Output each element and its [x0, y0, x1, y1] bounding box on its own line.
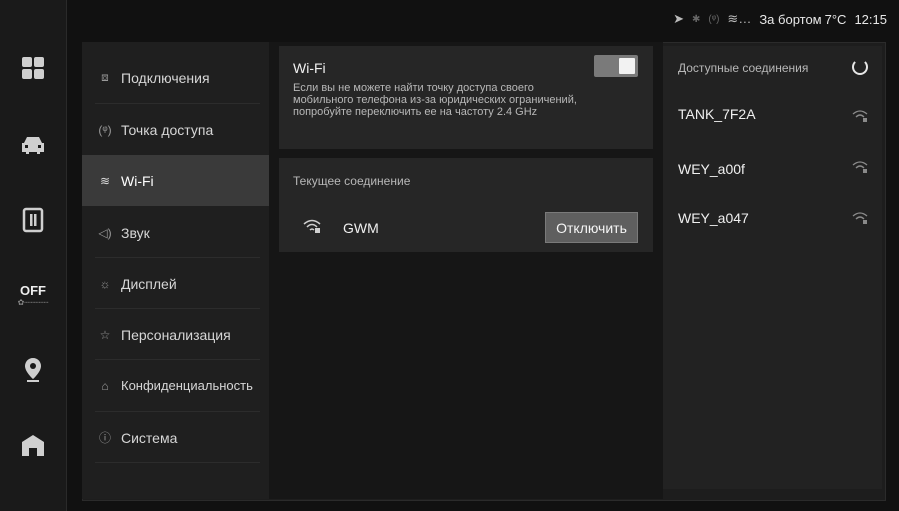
navigation-pin-icon[interactable]: [12, 349, 54, 391]
fan-icon: ✿┄┄┄┄┄: [17, 298, 49, 307]
hotspot-icon: (ᵠ): [98, 122, 112, 137]
menu-item-label: Дисплей: [121, 275, 177, 292]
bluetooth-icon: ✱: [691, 13, 701, 25]
wifi-locked-icon: [852, 110, 868, 125]
loading-spinner-icon: [852, 59, 868, 75]
network-item[interactable]: WEY_a047: [678, 210, 749, 226]
info-icon: ⓘ: [98, 431, 111, 445]
menu-item-label: Подключения: [121, 69, 210, 86]
location-arrow-icon: ➤: [673, 11, 684, 26]
menu-item-label: Точка доступа: [121, 121, 214, 138]
menu-item-label: Звук: [121, 224, 150, 241]
menu-item-label: Конфиденциальность: [121, 378, 253, 393]
current-network-name: GWM: [343, 220, 379, 236]
menu-item-label: Система: [121, 429, 178, 446]
connection-icon: ⧈: [101, 70, 109, 84]
divider: [95, 462, 260, 463]
wifi-toggle[interactable]: [594, 55, 638, 77]
sparkle-icon: ☆: [99, 327, 111, 342]
menu-item-hotspot[interactable]: (ᵠ) Точка доступа: [82, 104, 269, 155]
menu-item-label: Персонализация: [121, 326, 231, 343]
climate-off[interactable]: OFF ✿┄┄┄┄┄: [12, 274, 54, 316]
wifi-locked-icon: [303, 219, 321, 236]
speaker-icon: ◁): [98, 225, 112, 240]
toggle-knob: [619, 58, 635, 74]
wifi-locked-icon: [852, 161, 868, 176]
menu-item-system[interactable]: ⓘ Система: [82, 412, 269, 463]
menu-item-label: Wi-Fi: [121, 172, 154, 189]
menu-item-wifi[interactable]: ≋ Wi-Fi: [82, 155, 269, 206]
wifi-description: Если вы не можете найти точку доступа св…: [293, 82, 577, 118]
current-connection-label: Текущее соединение: [293, 174, 411, 188]
screen: OFF ✿┄┄┄┄┄ ➤ ✱ (ᵠ) ≋… За бортом 7°C 12:1…: [0, 0, 899, 511]
menu-item-sound[interactable]: ◁) Звук: [82, 207, 269, 258]
apps-grid-icon[interactable]: [12, 47, 54, 89]
network-item[interactable]: TANK_7F2A: [678, 106, 756, 122]
outside-temperature: 7°C: [824, 11, 847, 27]
home-icon[interactable]: [12, 424, 54, 466]
wifi-locked-icon: [852, 212, 868, 227]
sun-icon: ☼: [99, 276, 111, 291]
wifi-icon: ≋: [99, 173, 111, 188]
menu-item-privacy[interactable]: ⌂ Конфиденциальность: [82, 360, 269, 411]
lock-icon: ⌂: [101, 378, 109, 393]
menu-item-personalization[interactable]: ☆ Персонализация: [82, 309, 269, 360]
status-bar: ➤ ✱ (ᵠ) ≋… За бортом 7°C 12:15: [66, 0, 899, 38]
menu-item-connections[interactable]: ⧈ Подключения: [82, 52, 269, 103]
media-icon[interactable]: [12, 199, 54, 241]
clock: 12:15: [854, 11, 887, 27]
network-item[interactable]: WEY_a00f: [678, 161, 745, 177]
car-icon[interactable]: [12, 124, 54, 166]
wifi-icon: ≋…: [727, 11, 752, 26]
disconnect-button[interactable]: Отключить: [545, 212, 638, 243]
wifi-title: Wi-Fi: [293, 60, 326, 76]
menu-item-display[interactable]: ☼ Дисплей: [82, 258, 269, 309]
outside-label: За бортом: [759, 11, 822, 27]
climate-off-label: OFF: [20, 283, 46, 298]
available-networks-title: Доступные соединения: [678, 61, 809, 75]
hotspot-icon: (ᵠ): [708, 13, 720, 25]
app-sidebar: OFF ✿┄┄┄┄┄: [0, 0, 67, 511]
